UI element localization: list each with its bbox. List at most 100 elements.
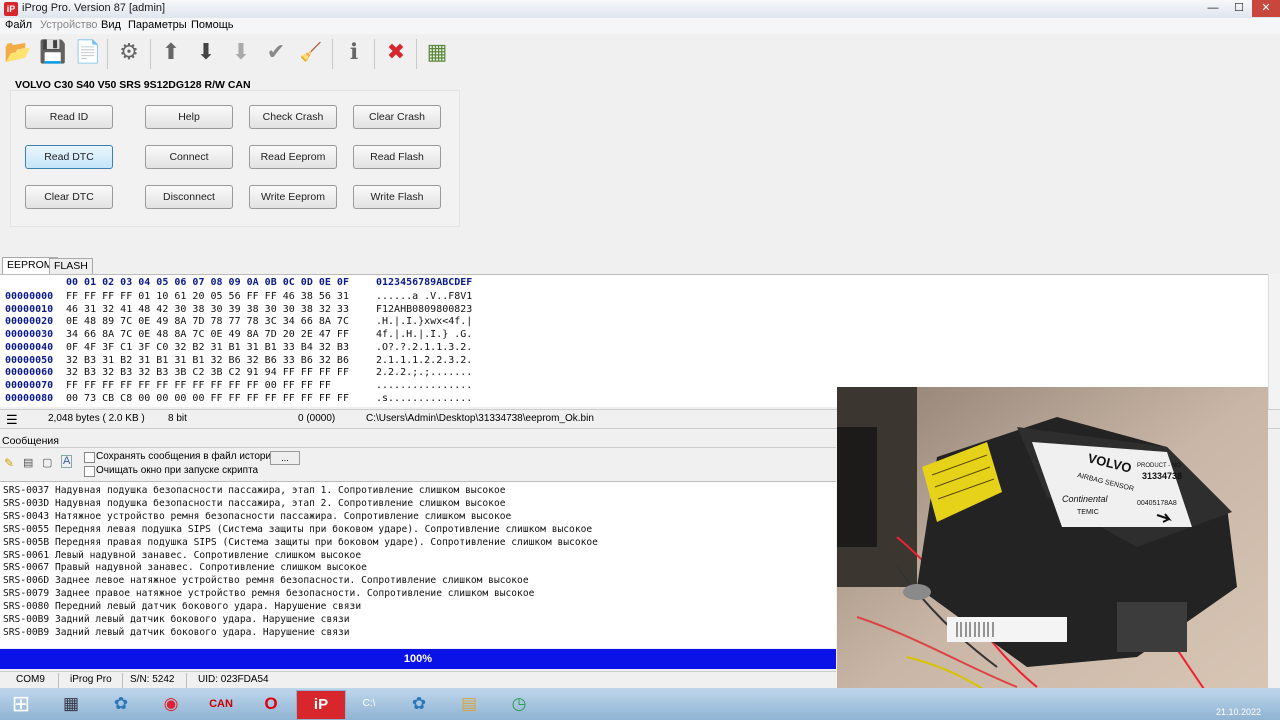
hex-ascii: F12AHB0809800823 [376,303,473,315]
read-dtc-button[interactable]: Read DTC [25,145,113,169]
file-size: 2,048 bytes ( 2.0 KB ) [48,413,145,424]
hex-bytes[interactable]: 0E 48 89 7C 0E 49 8A 7D 78 77 78 3C 34 6… [66,316,349,328]
clear-window-label: Очищать окно при запуске скрипта [96,465,259,476]
command-panel: Read ID Help Check Crash Clear Crash Rea… [10,90,460,227]
arrow-up-icon[interactable]: ⬆ [155,35,187,69]
maximize-button[interactable]: ☐ [1226,0,1252,17]
message-line: SRS-0061 Левый надувной занавес. Сопроти… [3,549,362,561]
uid-status: UID: 023FDA54 [198,674,269,685]
hex-ascii: .H.|.I.}xwx<4f.| [376,316,473,328]
hex-scrollbar[interactable] [1268,274,1280,409]
serial-status: S/N: 5242 [130,674,175,685]
arrow-down-disabled-icon[interactable]: ⬇ [225,35,257,69]
menu-help[interactable]: Помощь [191,19,234,31]
hex-address: 00000070 [5,379,54,391]
menu-view[interactable]: Вид [101,19,121,31]
photo-product-no: 31334738 [1142,471,1182,481]
hex-address: 00000050 [5,354,54,366]
read-flash-button[interactable]: Read Flash [353,145,441,169]
network2-icon[interactable]: ✿ [396,690,442,718]
close-button[interactable]: ✕ [1252,0,1280,17]
hex-address: 00000080 [5,392,54,404]
minimize-button[interactable]: — [1200,0,1226,17]
hex-bytes[interactable]: 34 66 8A 7C 0E 48 8A 7C 0E 49 8A 7D 20 2… [66,329,349,341]
read-eeprom-button[interactable]: Read Eeprom [249,145,337,169]
hex-bytes[interactable]: FF FF FF FF 01 10 61 20 05 56 FF FF 46 3… [66,291,349,303]
hex-bytes[interactable]: 32 B3 31 B2 31 B1 31 B1 32 B6 32 B6 33 B… [66,355,349,367]
menu-file[interactable]: Файл [5,19,32,31]
hex-ascii: ................ [376,379,473,391]
bit-width: 8 bit [168,413,187,424]
hex-bytes[interactable]: 0F 4F 3F C1 3F C0 32 B2 31 B1 31 B1 33 B… [66,342,349,354]
disconnect-button[interactable]: Disconnect [145,185,233,209]
opera-icon[interactable]: O [248,690,294,718]
hex-address: 00000040 [5,341,54,353]
font-icon[interactable]: A [61,455,73,468]
hex-bytes[interactable]: 46 31 32 41 48 42 30 38 30 39 38 30 30 3… [66,304,349,316]
can-icon[interactable]: CAN [198,690,244,718]
iprog-icon[interactable]: iP [296,690,346,720]
menu-settings[interactable]: Параметры [128,19,187,31]
check-icon[interactable]: ✔ [260,35,292,69]
hex-ascii: .O?.?.2.1.1.3.2. [376,341,473,353]
save-icon[interactable]: 💾 [37,35,69,69]
write-flash-button[interactable]: Write Flash [353,185,441,209]
toolbar-separator [107,39,108,69]
clear-dtc-button[interactable]: Clear DTC [25,185,113,209]
message-line: SRS-003D Надувная подушка безопасности п… [3,497,506,509]
clear-crash-button[interactable]: Clear Crash [353,105,441,129]
menu-lines-icon[interactable]: ☰ [6,412,18,428]
message-line: SRS-00B9 Задний левый датчик бокового уд… [3,626,350,638]
message-line: SRS-006D Заднее левое натяжное устройств… [3,575,529,587]
messages-list[interactable]: SRS-0037 Надувная подушка безопасности п… [0,481,836,648]
hex-bytes[interactable]: 32 B3 32 B3 32 B3 3B C2 3B C2 91 94 FF F… [66,367,349,379]
close-red-icon[interactable]: ✖ [380,35,412,69]
help-button[interactable]: Help [145,105,233,129]
hex-ascii: 4f.|.H.|.I.} .G. [376,329,473,341]
broom-icon[interactable]: 🧹 [295,35,327,69]
chrome-icon[interactable]: ◉ [148,690,194,718]
hex-bytes[interactable]: FF FF FF FF FF FF FF FF FF FF FF 00 FF F… [66,380,331,392]
app-icon: iP [4,2,18,16]
hex-bytes[interactable]: 00 73 CB C8 00 00 00 00 FF FF FF FF FF F… [66,393,349,405]
chip-icon[interactable]: ⚙ [113,35,145,69]
port-status: COM9 [16,674,45,685]
message-line: SRS-0043 Натяжное устройство ремня безоп… [3,510,512,522]
hex-ascii: ......a .V..F8V1 [376,291,473,302]
pencil-icon[interactable]: ✎ [4,456,14,470]
hex-ascii: 2.2.2.;.;....... [376,367,473,379]
status-separator [122,673,123,688]
network-icon[interactable]: ✿ [98,690,144,718]
info-icon[interactable]: ℹ [338,35,370,69]
start-orb-icon[interactable]: ⊞ [0,690,42,718]
copy-icon[interactable]: ▤ [23,456,33,469]
photo-product-no-label: PRODUCT - NO [1137,463,1181,469]
calculator-icon[interactable]: ▦ [421,35,453,69]
clock-app-icon[interactable]: ◷ [496,690,542,718]
read-id-button[interactable]: Read ID [25,105,113,129]
browse-button[interactable]: ... [270,451,300,465]
message-line: SRS-005B Передняя правая подушка SIPS (С… [3,536,598,548]
save-messages-checkbox[interactable] [84,452,95,463]
save-messages-label: Сохранять сообщения в файл истории [96,451,277,462]
hex-address: 00000000 [5,291,54,302]
hex-column-header: 00 01 02 03 04 05 06 07 08 09 0A 0B 0C 0… [66,277,349,288]
calculator-icon[interactable]: ▦ [48,690,94,718]
message-line: SRS-0067 Правый надувной занавес. Сопрот… [3,562,367,574]
message-line: SRS-00B9 Задний левый датчик бокового уд… [3,614,350,625]
folder-icon[interactable]: ▤ [446,690,492,718]
tab-flash[interactable]: FLASH [49,258,93,274]
arrow-down-icon[interactable]: ⬇ [190,35,222,69]
paste-icon[interactable]: ▢ [42,456,52,469]
cmd-icon[interactable]: C:\ [346,690,392,718]
open-icon[interactable]: 📂 [2,35,34,69]
clear-window-checkbox[interactable] [84,466,95,477]
file-icon[interactable]: 📄 [72,35,104,69]
write-eeprom-button[interactable]: Write Eeprom [249,185,337,209]
connect-button[interactable]: Connect [145,145,233,169]
taskbar-date: 21.10.2022 [1216,707,1262,717]
toolbar-separator [332,39,333,69]
check-crash-button[interactable]: Check Crash [249,105,337,129]
toolbar-separator [374,39,375,69]
menu-device[interactable]: Устройство [40,19,98,31]
